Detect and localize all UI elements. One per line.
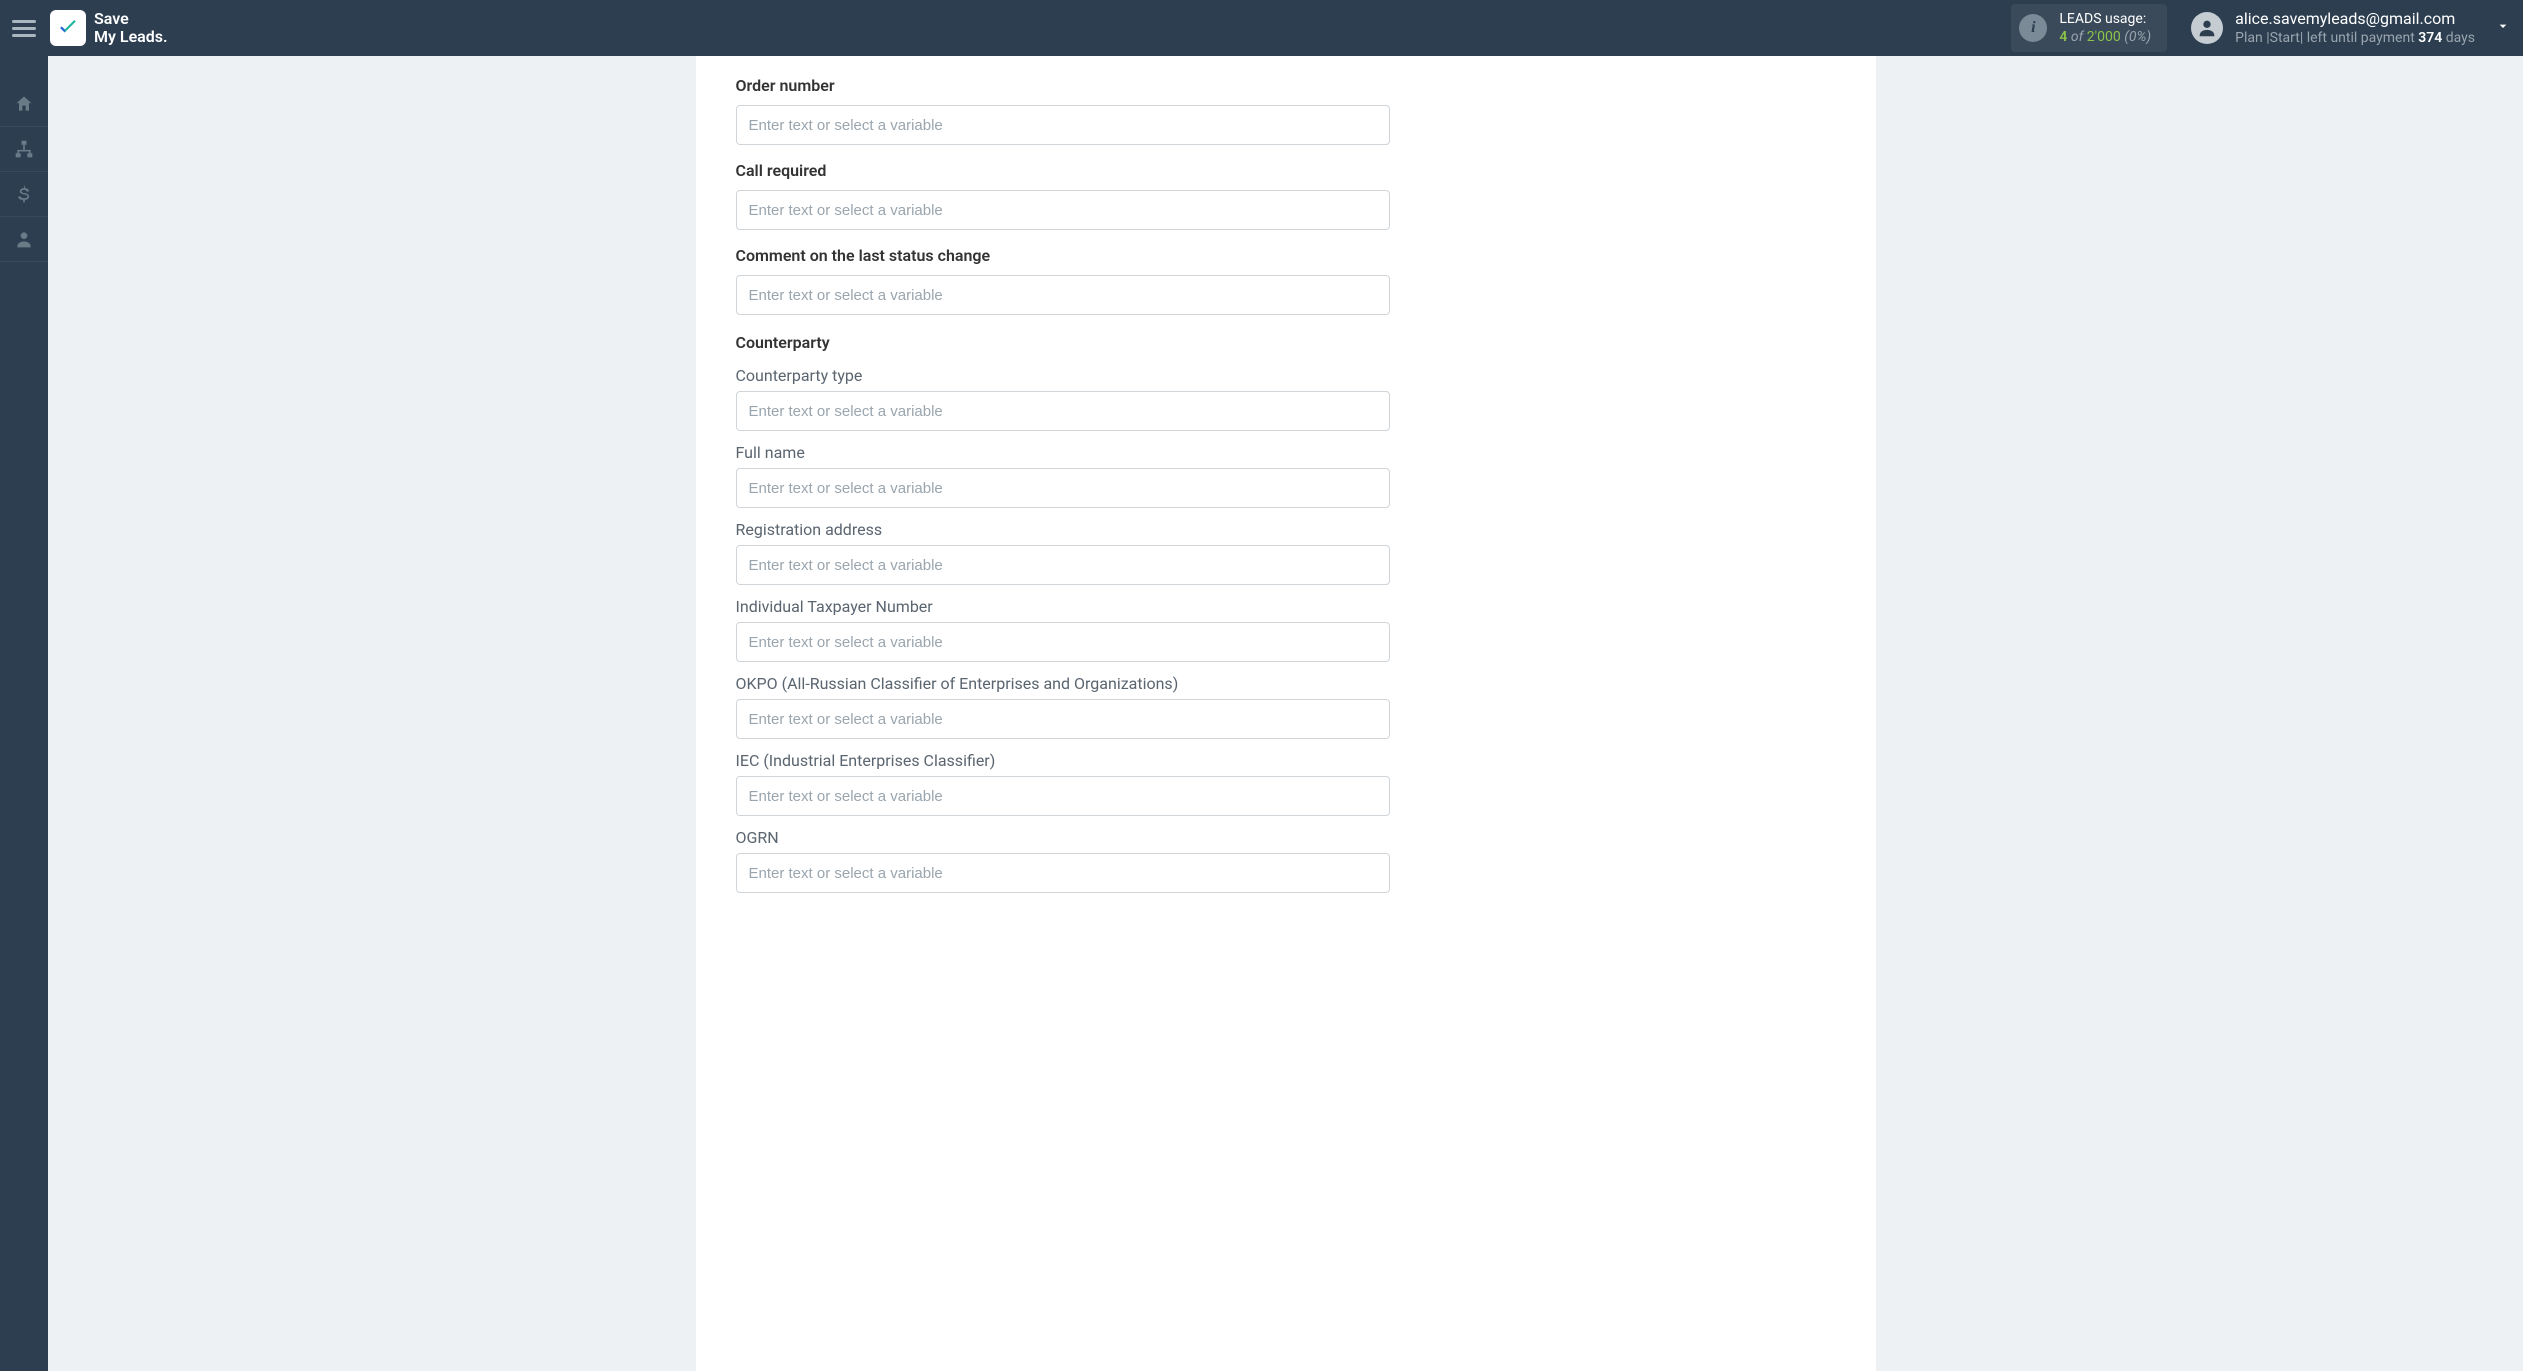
ogrn-input[interactable]	[736, 853, 1390, 893]
field-call-required: Call required	[736, 161, 1390, 230]
field-label: Counterparty type	[736, 366, 1390, 385]
field-label: OKPO (All-Russian Classifier of Enterpri…	[736, 674, 1390, 693]
app-logo[interactable]: Save My Leads.	[50, 10, 168, 46]
call-required-input[interactable]	[736, 190, 1390, 230]
leads-usage-badge[interactable]: i LEADS usage: 4 of 2'000 (0%)	[2011, 4, 2167, 52]
okpo-input[interactable]	[736, 699, 1390, 739]
info-icon: i	[2019, 14, 2047, 42]
form-card: Order number Call required Comment on th…	[696, 56, 1876, 1371]
field-order-number: Order number	[736, 76, 1390, 145]
dollar-icon	[14, 184, 34, 204]
logo-text: Save My Leads.	[94, 10, 168, 45]
field-label: Registration address	[736, 520, 1390, 539]
menu-toggle-button[interactable]	[12, 16, 36, 40]
main-content: Order number Call required Comment on th…	[48, 56, 2523, 1371]
user-menu[interactable]: alice.savemyleads@gmail.com Plan |Start|…	[2191, 9, 2475, 48]
field-label: IEC (Industrial Enterprises Classifier)	[736, 751, 1390, 770]
field-okpo: OKPO (All-Russian Classifier of Enterpri…	[736, 674, 1390, 739]
field-label: Individual Taxpayer Number	[736, 597, 1390, 616]
sidebar-item-account[interactable]	[0, 217, 48, 262]
field-comment-status: Comment on the last status change	[736, 246, 1390, 315]
field-label: Full name	[736, 443, 1390, 462]
user-icon	[14, 229, 34, 249]
field-ogrn: OGRN	[736, 828, 1390, 893]
taxpayer-number-input[interactable]	[736, 622, 1390, 662]
user-avatar-icon	[2191, 12, 2223, 44]
section-heading-counterparty: Counterparty	[736, 333, 1390, 352]
field-counterparty-type: Counterparty type	[736, 366, 1390, 431]
sidebar-item-billing[interactable]	[0, 172, 48, 217]
field-full-name: Full name	[736, 443, 1390, 508]
leads-usage-text: LEADS usage: 4 of 2'000 (0%)	[2059, 10, 2151, 46]
field-label: Order number	[736, 76, 1390, 95]
home-icon	[14, 94, 34, 114]
order-number-input[interactable]	[736, 105, 1390, 145]
sidebar-nav	[0, 56, 48, 1371]
registration-address-input[interactable]	[736, 545, 1390, 585]
field-registration-address: Registration address	[736, 520, 1390, 585]
iec-input[interactable]	[736, 776, 1390, 816]
sitemap-icon	[14, 139, 34, 159]
comment-status-input[interactable]	[736, 275, 1390, 315]
user-info-text: alice.savemyleads@gmail.com Plan |Start|…	[2235, 9, 2475, 48]
field-label: Comment on the last status change	[736, 246, 1390, 265]
field-label: OGRN	[736, 828, 1390, 847]
app-header: Save My Leads. i LEADS usage: 4 of 2'000…	[0, 0, 2523, 56]
field-label: Call required	[736, 161, 1390, 180]
counterparty-type-input[interactable]	[736, 391, 1390, 431]
sidebar-item-connections[interactable]	[0, 127, 48, 172]
logo-icon	[50, 10, 86, 46]
full-name-input[interactable]	[736, 468, 1390, 508]
field-taxpayer-number: Individual Taxpayer Number	[736, 597, 1390, 662]
user-menu-chevron-icon[interactable]	[2495, 18, 2511, 38]
field-iec: IEC (Industrial Enterprises Classifier)	[736, 751, 1390, 816]
sidebar-item-home[interactable]	[0, 82, 48, 127]
